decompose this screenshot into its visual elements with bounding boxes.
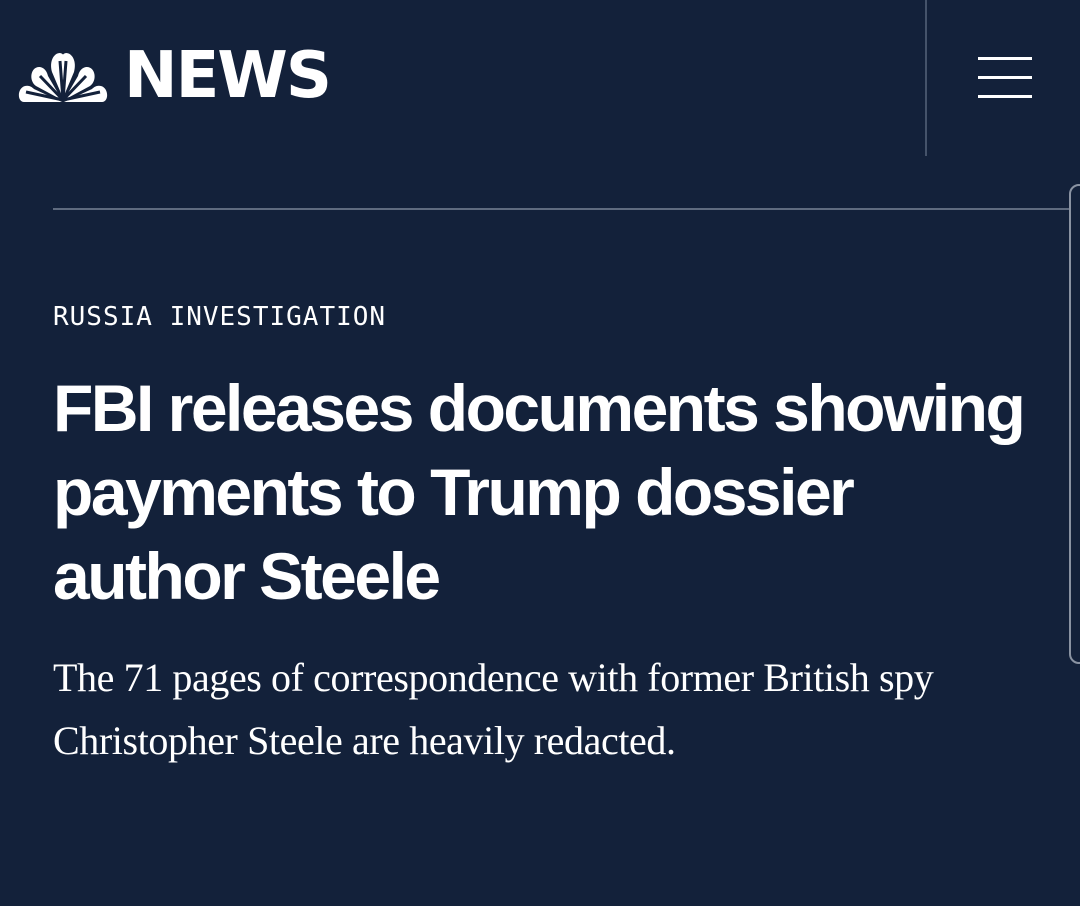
menu-line [978,76,1032,79]
article-headline: FBI releases documents showing payments … [53,371,1026,613]
menu-line [978,57,1032,60]
site-header: NEWS [0,0,1080,156]
article-dek: The 71 pages of correspondence with form… [53,655,934,763]
nbc-news-logo[interactable]: NEWS [18,39,332,113]
header-divider [925,0,927,156]
hamburger-menu-icon[interactable] [970,50,1040,106]
category-link[interactable]: RUSSIA INVESTIGATION [53,302,386,332]
section-divider [53,208,1080,210]
nbc-peacock-icon [18,53,108,102]
logo-wordmark: NEWS [124,39,332,113]
menu-line [978,95,1032,98]
overlay-edge [1069,184,1080,664]
